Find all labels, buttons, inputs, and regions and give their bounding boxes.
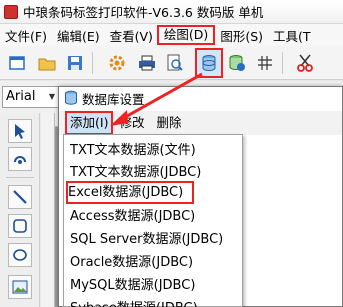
add-datasource-dropdown: TXT文本数据源(文件) TXT文本数据源(JDBC) Excel数据源(JDB… [63,134,243,307]
title-bar: 中琅条码标签打印软件-V6.3.6 数码版 单机 [0,0,343,24]
menu-item-txt-file[interactable]: TXT文本数据源(文件) [68,139,240,162]
line-icon[interactable] [8,185,32,209]
open-icon[interactable] [36,52,58,74]
dialog-title-bar: 数据库设置 [59,87,342,109]
menu-tools[interactable]: 工具(T [268,26,316,45]
dialog-menu-bar: 添加(I) 修改 删除 [59,111,342,135]
menu-item-oracle-jdbc[interactable]: Oracle数据源(JDBC) [68,251,240,274]
grid-icon[interactable] [254,52,276,74]
save-icon[interactable] [64,52,86,74]
rounded-rect-icon[interactable] [8,214,32,238]
database-icon [63,90,79,106]
add-menu[interactable]: 添加(I) [65,111,114,135]
print-icon[interactable] [136,52,158,74]
menu-item-access-jdbc[interactable]: Access数据源(JDBC) [68,205,240,228]
settings-icon[interactable] [106,52,128,74]
menu-edit[interactable]: 编辑(E) [52,26,105,45]
menu-item-mysql-jdbc[interactable]: MySQL数据源(JDBC) [68,274,240,297]
menu-item-excel-jdbc[interactable]: Excel数据源(JDBC) [66,181,194,204]
menu-item-sybase-jdbc[interactable]: Sybase数据源(JDBC) [68,297,240,307]
menu-file[interactable]: 文件(F) [0,26,52,45]
new-icon[interactable] [6,52,28,74]
image-icon[interactable] [8,275,32,299]
menu-bar: 文件(F) 编辑(E) 查看(V) 绘图(D) 图形(S) 工具(T [0,24,343,46]
print-preview-icon[interactable] [164,52,186,74]
left-toolbox [0,113,40,307]
toolbar-separator [92,52,93,74]
database-check-icon[interactable] [226,52,248,74]
rotate-icon[interactable] [8,147,32,171]
main-toolbar [0,46,343,80]
edit-menu[interactable]: 修改 [113,113,150,133]
ellipse-icon[interactable] [8,243,32,267]
vertical-ruler [41,113,55,307]
toolbox-separator [6,177,34,178]
database-icon[interactable] [195,48,223,78]
cut-icon[interactable] [294,52,316,74]
font-family-value: Arial [6,89,36,104]
delete-menu[interactable]: 删除 [150,113,187,133]
menu-shape[interactable]: 图形(S) [215,26,268,45]
toolbar-separator [282,52,283,74]
pointer-icon[interactable] [8,119,32,143]
chevron-down-icon[interactable]: ▼ [46,88,58,106]
window-title: 中琅条码标签打印软件-V6.3.6 数码版 单机 [23,5,264,20]
menu-draw[interactable]: 绘图(D) [156,25,216,45]
dialog-title: 数据库设置 [82,91,145,107]
app-icon [4,4,18,19]
menu-view[interactable]: 查看(V) [105,26,158,45]
font-family-select[interactable]: Arial ▼ [2,86,60,108]
menu-item-sqlserver-jdbc[interactable]: SQL Server数据源(JDBC) [68,228,240,251]
